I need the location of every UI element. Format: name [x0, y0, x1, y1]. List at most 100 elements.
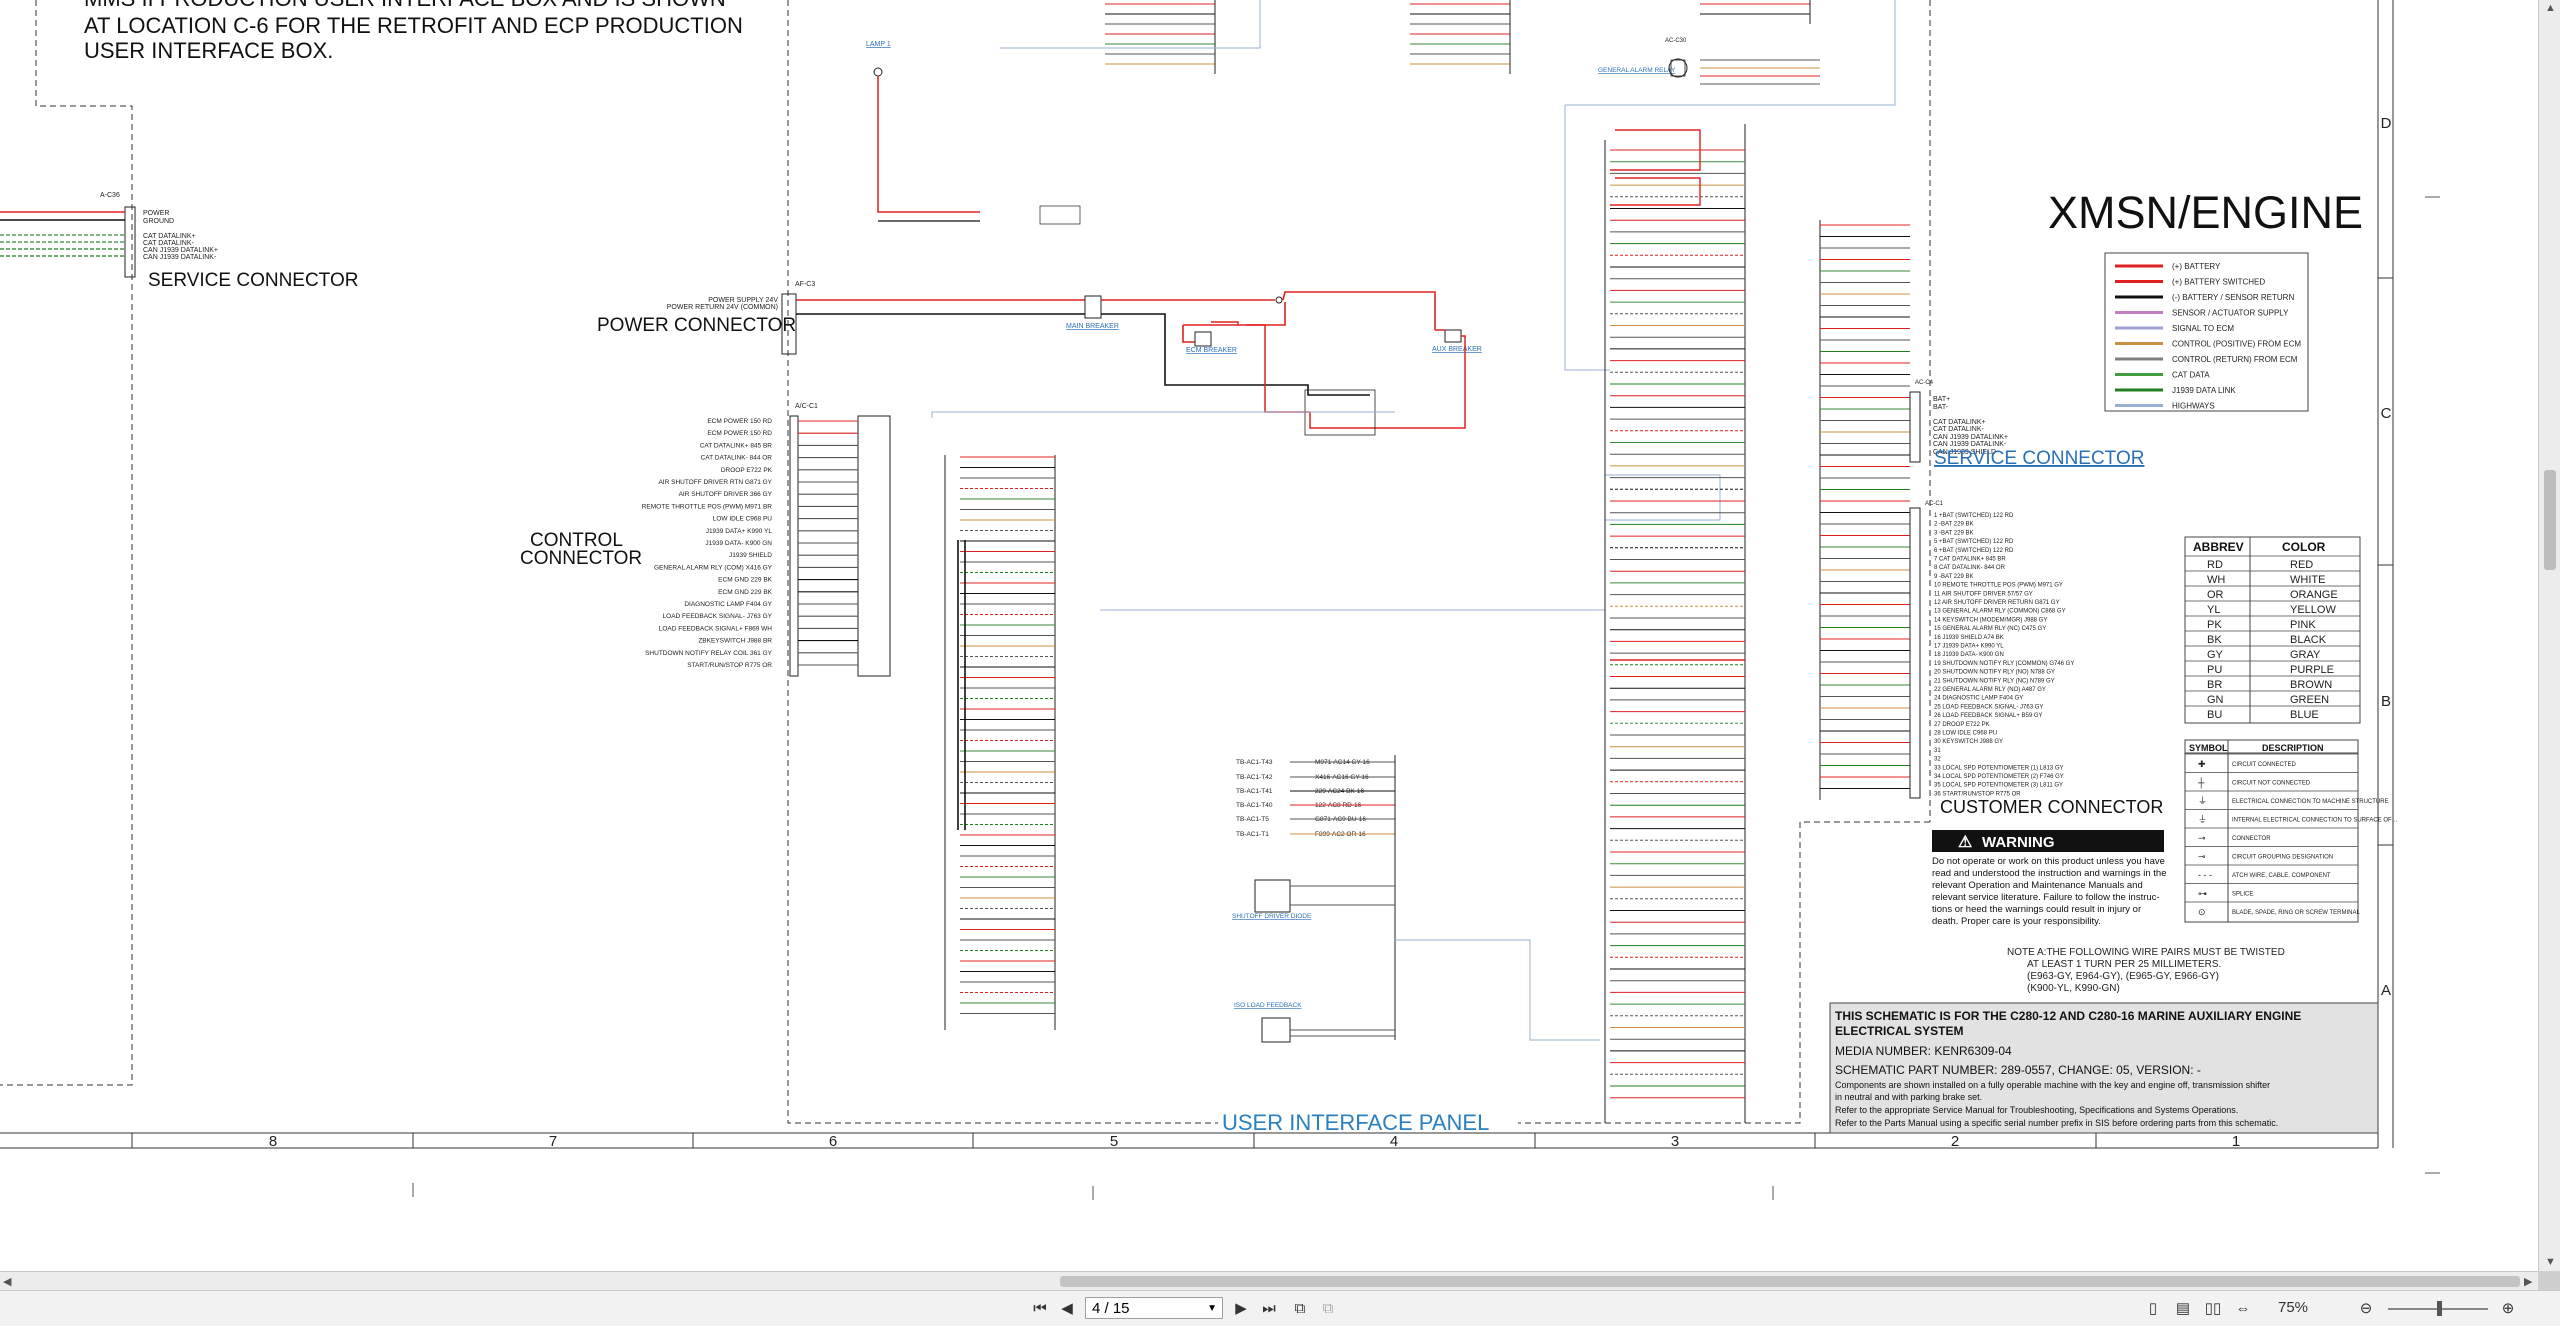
scroll-left-icon[interactable]: ◀ [3, 1275, 11, 1288]
svg-text:CAN J1939 DATALINK+: CAN J1939 DATALINK+ [1933, 434, 2008, 441]
document-viewport[interactable]: 8 7 6 5 4 3 2 1 D C B A MMS II PRODUCTIO… [0, 0, 2538, 1271]
svg-text:Components are shown installed: Components are shown installed on a full… [1835, 1080, 2270, 1090]
svg-text:AC-C30: AC-C30 [1665, 38, 1687, 44]
single-page-view-icon[interactable]: ▯ [2143, 1299, 2163, 1319]
zoom-in-icon[interactable]: ⊕ [2497, 1299, 2519, 1319]
zone-row-B: B [2381, 693, 2391, 710]
symbol-description: BLADE, SPADE, RING OR SCREW TERMINAL [2232, 910, 2360, 916]
zone-row-D: D [2381, 115, 2392, 132]
svg-text:AF-C3: AF-C3 [795, 281, 815, 288]
paste-page-icon[interactable]: ⧉ [1318, 1299, 1338, 1319]
last-page-icon[interactable]: ⏭ [1258, 1299, 1280, 1319]
customer-pin-label: 2 -BAT 229 BK [1934, 522, 1973, 528]
svg-text:relevant Operation and Mainten: relevant Operation and Maintenance Manua… [1932, 880, 2143, 891]
svg-text:NOTE A:THE FOLLOWING WIRE PAIR: NOTE A:THE FOLLOWING WIRE PAIRS MUST BE … [2007, 947, 2285, 958]
vertical-scrollbar[interactable]: ▲ ▼ [2538, 0, 2560, 1271]
customer-pin-label: 10 REMOTE THROTTLE POS (PWM) M971 GY [1934, 583, 2063, 589]
svg-text:relevant service literature. F: relevant service literature. Failure to … [1932, 892, 2160, 903]
zone-col-7: 7 [549, 1133, 557, 1150]
svg-text:ABBREV: ABBREV [2193, 540, 2244, 554]
first-page-icon[interactable]: ⏮ [1030, 1299, 1050, 1319]
svg-text:TB-AC1-T5: TB-AC1-T5 [1236, 816, 1269, 823]
customer-pin-label: 18 J1939 DATA- K900 GN [1934, 652, 2004, 658]
zone-col-5: 5 [1110, 1133, 1118, 1150]
scroll-up-icon[interactable]: ▲ [2545, 2, 2556, 14]
svg-text:TB-AC1-T41: TB-AC1-T41 [1236, 788, 1273, 795]
page-dropdown-caret-icon[interactable]: ▼ [1207, 1298, 1217, 1320]
customer-pin-label: 9 -BAT 229 BK [1934, 574, 1973, 580]
customer-pin-label: 24 DIAGNOSTIC LAMP F404 GY [1934, 696, 2023, 702]
svg-text:DESCRIPTION: DESCRIPTION [2262, 743, 2324, 753]
control-pin-label: ECM GND 229 BK [718, 577, 772, 584]
symbol-glyph: ⊸ [2198, 833, 2206, 843]
symbol-glyph: ⏚ [2198, 796, 2207, 806]
customer-pin-label: 31 [1934, 748, 1941, 754]
customer-pin-label: 35 LOCAL SPD POTENTIOMETER (3) L811 GY [1934, 783, 2063, 789]
legend-label: J1939 DATA LINK [2172, 386, 2236, 395]
abbrev-color: PURPLE [2290, 664, 2334, 676]
customer-pin-label: 14 KEYSWITCH (MODEM/MGR) J988 GY [1934, 617, 2047, 623]
vertical-scroll-thumb[interactable] [2544, 470, 2556, 570]
symbol-description: CIRCUIT GROUPING DESIGNATION [2232, 855, 2333, 861]
continuous-view-icon[interactable]: ▤ [2173, 1299, 2193, 1319]
schematic-sheet: 8 7 6 5 4 3 2 1 D C B A MMS II PRODUCTIO… [0, 0, 2440, 1200]
top-note-line-2: AT LOCATION C-6 FOR THE RETROFIT AND ECP… [84, 13, 743, 38]
two-page-view-icon[interactable]: ▯▯ [2203, 1299, 2223, 1319]
scroll-down-icon[interactable]: ▼ [2545, 1256, 2556, 1268]
control-pin-label: CAT DATALINK- 844 OR [701, 455, 773, 462]
zoom-out-icon[interactable]: ⊖ [2355, 1299, 2377, 1319]
control-pin-label: ZBKEYSWITCH J988 BR [698, 638, 772, 645]
customer-pin-label: 1 +BAT (SWITCHED) 122 RD [1934, 513, 2014, 519]
svg-text:CAN J1939 DATALINK-: CAN J1939 DATALINK- [1933, 441, 2007, 448]
svg-text:THIS SCHEMATIC IS FOR THE C280: THIS SCHEMATIC IS FOR THE C280-12 AND C2… [1835, 1009, 2301, 1023]
symbol-glyph: ⊶ [2198, 889, 2207, 899]
top-note-line-3: USER INTERFACE BOX. [84, 38, 333, 63]
page-number-input[interactable]: 4 / 15 ▼ [1085, 1297, 1223, 1319]
top-note-line-1: MMS II PRODUCTION USER INTERFACE BOX AND… [84, 0, 726, 11]
fit-width-icon[interactable]: ⇔ [2233, 1299, 2253, 1319]
svg-text:death. Proper care is your res: death. Proper care is your responsibilit… [1932, 916, 2101, 927]
customer-pin-label: 7 CAT DATALINK+ 845 BR [1934, 557, 2006, 563]
abbrev-code: GY [2207, 649, 2224, 661]
abbrev-color: GREEN [2290, 694, 2329, 706]
section-title: XMSN/ENGINE [2048, 187, 2363, 238]
svg-text:COLOR: COLOR [2282, 540, 2326, 554]
customer-pin-label: 21 SHUTDOWN NOTIFY RLY (NC) N789 GY [1934, 678, 2055, 684]
control-pin-label: REMOTE THROTTLE POS (PWM) M971 BR [642, 503, 773, 510]
zone-col-8: 8 [269, 1133, 277, 1150]
control-pin-label: ECM POWER 150 RD [707, 430, 772, 437]
svg-text:in neutral and with parking br: in neutral and with parking brake set. [1835, 1092, 1982, 1102]
next-page-icon[interactable]: ▶ [1232, 1299, 1250, 1319]
symbol-description: INTERNAL ELECTRICAL CONNECTION TO SURFAC… [2232, 818, 2398, 824]
control-pin-label: SHUTDOWN NOTIFY RELAY COIL 361 GY [645, 650, 773, 657]
zone-row-C: C [2381, 405, 2392, 422]
scroll-right-icon[interactable]: ▶ [2524, 1275, 2532, 1288]
customer-pin-label: 15 GENERAL ALARM RLY (NC) C475 GY [1934, 626, 2046, 632]
horizontal-scrollbar[interactable]: ◀ ▶ [0, 1271, 2538, 1291]
title-block: THIS SCHEMATIC IS FOR THE C280-12 AND C2… [1829, 1002, 2379, 1134]
horizontal-scroll-thumb[interactable] [1060, 1276, 2520, 1287]
svg-text:MAIN BREAKER: MAIN BREAKER [1066, 323, 1119, 330]
page-toolbar: ⏮ ◀ 4 / 15 ▼ ▶ ⏭ ⧉ ⧉ ▯ ▤ ▯▯ ⇔ 75% ⊖ ⊕ [0, 1290, 2560, 1326]
svg-text:MEDIA NUMBER: KENR6309-04: MEDIA NUMBER: KENR6309-04 [1835, 1044, 2012, 1058]
svg-text:AUX BREAKER: AUX BREAKER [1432, 346, 1482, 353]
previous-page-icon[interactable]: ◀ [1058, 1299, 1076, 1319]
control-pin-label: CAT DATALINK+ 845 BR [700, 442, 773, 449]
zone-col-6: 6 [829, 1133, 837, 1150]
page-number-value: 4 / 15 [1092, 1300, 1130, 1317]
svg-text:POWER: POWER [143, 210, 169, 217]
zoom-slider-thumb[interactable] [2437, 1301, 2442, 1316]
copy-page-icon[interactable]: ⧉ [1290, 1299, 1310, 1319]
customer-pin-label: 5 +BAT (SWITCHED) 122 RD [1934, 539, 2014, 545]
customer-pin-label: 30 KEYSWITCH J988 GY [1934, 739, 2003, 745]
abbrev-color: BLACK [2290, 634, 2327, 646]
svg-text:CAT DATALINK+: CAT DATALINK+ [143, 233, 196, 240]
abbrev-color: RED [2290, 559, 2313, 571]
abbrev-color: BROWN [2290, 679, 2332, 691]
svg-text:ISO LOAD FEEDBACK: ISO LOAD FEEDBACK [1234, 1002, 1302, 1009]
abbrev-code: WH [2207, 574, 2225, 586]
symbol-glyph: ⏚ [2198, 815, 2207, 825]
svg-text:TB-AC1-T42: TB-AC1-T42 [1236, 774, 1273, 781]
customer-pin-label: 25 LOAD FEEDBACK SIGNAL- J763 GY [1934, 704, 2043, 710]
symbol-description: ELECTRICAL CONNECTION TO MACHINE STRUCTU… [2232, 799, 2389, 805]
